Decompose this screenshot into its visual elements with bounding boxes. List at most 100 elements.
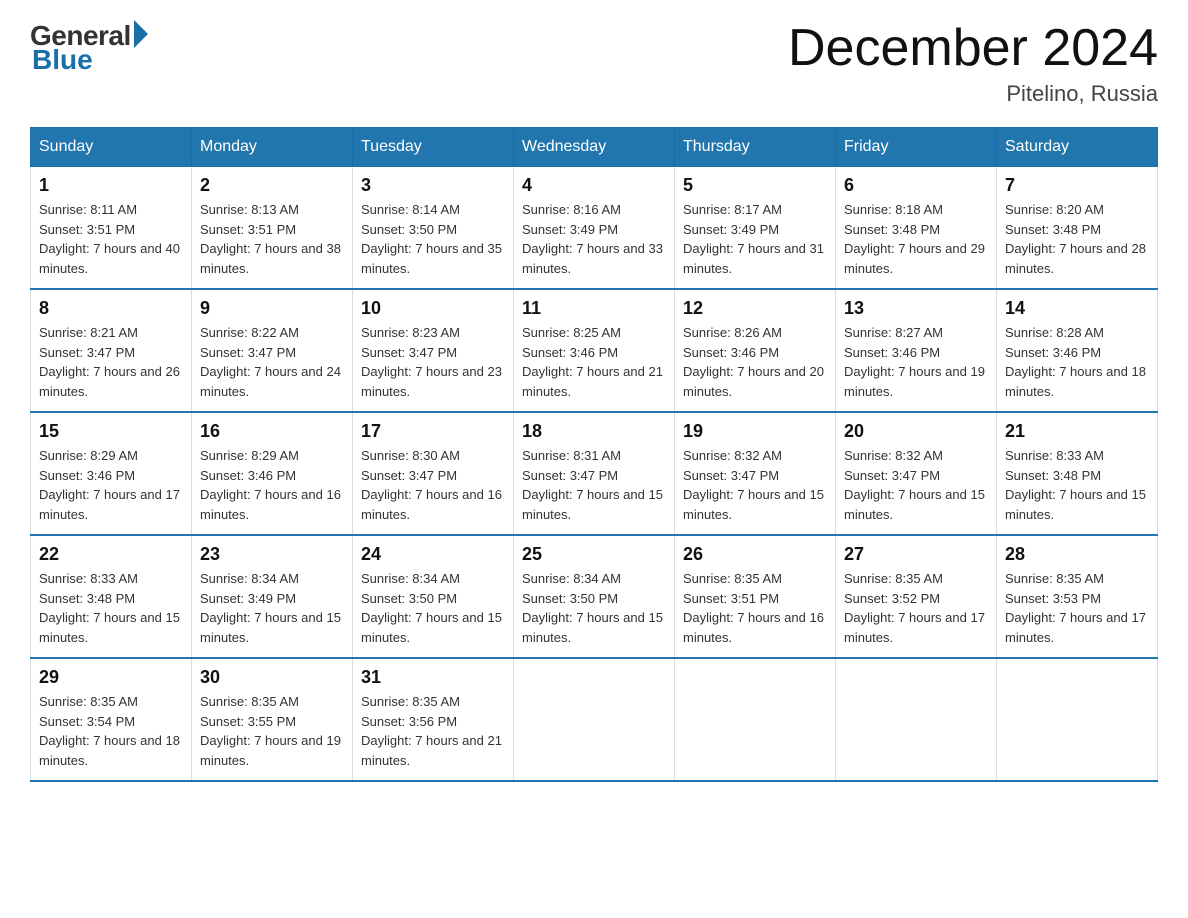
- day-number: 9: [200, 298, 344, 319]
- sunrise-label: Sunrise: 8:28 AM: [1005, 325, 1104, 340]
- sunrise-label: Sunrise: 8:29 AM: [39, 448, 138, 463]
- daylight-label: Daylight: 7 hours and 15 minutes.: [522, 487, 663, 522]
- calendar-cell: 7 Sunrise: 8:20 AM Sunset: 3:48 PM Dayli…: [997, 167, 1158, 290]
- sunrise-label: Sunrise: 8:34 AM: [200, 571, 299, 586]
- sunset-label: Sunset: 3:50 PM: [361, 222, 457, 237]
- day-number: 28: [1005, 544, 1149, 565]
- calendar-cell: 31 Sunrise: 8:35 AM Sunset: 3:56 PM Dayl…: [353, 658, 514, 781]
- day-number: 7: [1005, 175, 1149, 196]
- day-number: 5: [683, 175, 827, 196]
- day-info: Sunrise: 8:28 AM Sunset: 3:46 PM Dayligh…: [1005, 323, 1149, 401]
- calendar-week-4: 22 Sunrise: 8:33 AM Sunset: 3:48 PM Dayl…: [31, 535, 1158, 658]
- daylight-label: Daylight: 7 hours and 15 minutes.: [39, 610, 180, 645]
- month-title: December 2024: [788, 20, 1158, 77]
- calendar-cell: 8 Sunrise: 8:21 AM Sunset: 3:47 PM Dayli…: [31, 289, 192, 412]
- location: Pitelino, Russia: [788, 81, 1158, 107]
- day-info: Sunrise: 8:30 AM Sunset: 3:47 PM Dayligh…: [361, 446, 505, 524]
- day-info: Sunrise: 8:35 AM Sunset: 3:51 PM Dayligh…: [683, 569, 827, 647]
- sunrise-label: Sunrise: 8:18 AM: [844, 202, 943, 217]
- day-number: 3: [361, 175, 505, 196]
- day-info: Sunrise: 8:29 AM Sunset: 3:46 PM Dayligh…: [200, 446, 344, 524]
- sunrise-label: Sunrise: 8:35 AM: [200, 694, 299, 709]
- day-number: 12: [683, 298, 827, 319]
- calendar-cell: 3 Sunrise: 8:14 AM Sunset: 3:50 PM Dayli…: [353, 167, 514, 290]
- daylight-label: Daylight: 7 hours and 17 minutes.: [1005, 610, 1146, 645]
- day-info: Sunrise: 8:29 AM Sunset: 3:46 PM Dayligh…: [39, 446, 183, 524]
- sunrise-label: Sunrise: 8:35 AM: [1005, 571, 1104, 586]
- daylight-label: Daylight: 7 hours and 21 minutes.: [361, 733, 502, 768]
- daylight-label: Daylight: 7 hours and 17 minutes.: [844, 610, 985, 645]
- day-number: 30: [200, 667, 344, 688]
- day-number: 13: [844, 298, 988, 319]
- sunset-label: Sunset: 3:47 PM: [361, 468, 457, 483]
- day-info: Sunrise: 8:26 AM Sunset: 3:46 PM Dayligh…: [683, 323, 827, 401]
- day-number: 29: [39, 667, 183, 688]
- daylight-label: Daylight: 7 hours and 16 minutes.: [361, 487, 502, 522]
- sunset-label: Sunset: 3:48 PM: [1005, 468, 1101, 483]
- sunrise-label: Sunrise: 8:35 AM: [844, 571, 943, 586]
- sunrise-label: Sunrise: 8:29 AM: [200, 448, 299, 463]
- calendar-cell: [997, 658, 1158, 781]
- daylight-label: Daylight: 7 hours and 40 minutes.: [39, 241, 180, 276]
- daylight-label: Daylight: 7 hours and 35 minutes.: [361, 241, 502, 276]
- sunrise-label: Sunrise: 8:16 AM: [522, 202, 621, 217]
- calendar-cell: 20 Sunrise: 8:32 AM Sunset: 3:47 PM Dayl…: [836, 412, 997, 535]
- sunset-label: Sunset: 3:49 PM: [683, 222, 779, 237]
- calendar-cell: 30 Sunrise: 8:35 AM Sunset: 3:55 PM Dayl…: [192, 658, 353, 781]
- calendar-cell: [514, 658, 675, 781]
- day-number: 17: [361, 421, 505, 442]
- day-info: Sunrise: 8:33 AM Sunset: 3:48 PM Dayligh…: [39, 569, 183, 647]
- weekday-header-monday: Monday: [192, 128, 353, 167]
- day-info: Sunrise: 8:11 AM Sunset: 3:51 PM Dayligh…: [39, 200, 183, 278]
- day-number: 2: [200, 175, 344, 196]
- day-info: Sunrise: 8:32 AM Sunset: 3:47 PM Dayligh…: [683, 446, 827, 524]
- day-number: 1: [39, 175, 183, 196]
- day-info: Sunrise: 8:13 AM Sunset: 3:51 PM Dayligh…: [200, 200, 344, 278]
- sunrise-label: Sunrise: 8:17 AM: [683, 202, 782, 217]
- calendar-cell: 23 Sunrise: 8:34 AM Sunset: 3:49 PM Dayl…: [192, 535, 353, 658]
- day-number: 26: [683, 544, 827, 565]
- sunrise-label: Sunrise: 8:34 AM: [522, 571, 621, 586]
- day-info: Sunrise: 8:25 AM Sunset: 3:46 PM Dayligh…: [522, 323, 666, 401]
- sunset-label: Sunset: 3:55 PM: [200, 714, 296, 729]
- sunrise-label: Sunrise: 8:32 AM: [683, 448, 782, 463]
- daylight-label: Daylight: 7 hours and 20 minutes.: [683, 364, 824, 399]
- calendar-cell: 2 Sunrise: 8:13 AM Sunset: 3:51 PM Dayli…: [192, 167, 353, 290]
- sunrise-label: Sunrise: 8:21 AM: [39, 325, 138, 340]
- day-info: Sunrise: 8:21 AM Sunset: 3:47 PM Dayligh…: [39, 323, 183, 401]
- sunrise-label: Sunrise: 8:11 AM: [39, 202, 137, 217]
- sunset-label: Sunset: 3:51 PM: [683, 591, 779, 606]
- daylight-label: Daylight: 7 hours and 16 minutes.: [683, 610, 824, 645]
- calendar-cell: 19 Sunrise: 8:32 AM Sunset: 3:47 PM Dayl…: [675, 412, 836, 535]
- calendar-cell: 15 Sunrise: 8:29 AM Sunset: 3:46 PM Dayl…: [31, 412, 192, 535]
- day-number: 31: [361, 667, 505, 688]
- day-number: 20: [844, 421, 988, 442]
- weekday-header-row: SundayMondayTuesdayWednesdayThursdayFrid…: [31, 128, 1158, 167]
- day-number: 21: [1005, 421, 1149, 442]
- day-number: 14: [1005, 298, 1149, 319]
- sunset-label: Sunset: 3:47 PM: [200, 345, 296, 360]
- sunset-label: Sunset: 3:46 PM: [844, 345, 940, 360]
- day-info: Sunrise: 8:35 AM Sunset: 3:53 PM Dayligh…: [1005, 569, 1149, 647]
- calendar-cell: 28 Sunrise: 8:35 AM Sunset: 3:53 PM Dayl…: [997, 535, 1158, 658]
- calendar-cell: 18 Sunrise: 8:31 AM Sunset: 3:47 PM Dayl…: [514, 412, 675, 535]
- calendar-cell: 12 Sunrise: 8:26 AM Sunset: 3:46 PM Dayl…: [675, 289, 836, 412]
- calendar-cell: 25 Sunrise: 8:34 AM Sunset: 3:50 PM Dayl…: [514, 535, 675, 658]
- calendar-cell: 21 Sunrise: 8:33 AM Sunset: 3:48 PM Dayl…: [997, 412, 1158, 535]
- day-info: Sunrise: 8:18 AM Sunset: 3:48 PM Dayligh…: [844, 200, 988, 278]
- day-number: 27: [844, 544, 988, 565]
- logo: General Blue: [30, 20, 148, 76]
- day-number: 10: [361, 298, 505, 319]
- weekday-header-saturday: Saturday: [997, 128, 1158, 167]
- day-number: 11: [522, 298, 666, 319]
- sunrise-label: Sunrise: 8:33 AM: [1005, 448, 1104, 463]
- daylight-label: Daylight: 7 hours and 19 minutes.: [200, 733, 341, 768]
- sunrise-label: Sunrise: 8:30 AM: [361, 448, 460, 463]
- calendar-cell: 24 Sunrise: 8:34 AM Sunset: 3:50 PM Dayl…: [353, 535, 514, 658]
- sunrise-label: Sunrise: 8:27 AM: [844, 325, 943, 340]
- sunrise-label: Sunrise: 8:32 AM: [844, 448, 943, 463]
- sunset-label: Sunset: 3:47 PM: [683, 468, 779, 483]
- sunset-label: Sunset: 3:51 PM: [200, 222, 296, 237]
- daylight-label: Daylight: 7 hours and 15 minutes.: [522, 610, 663, 645]
- daylight-label: Daylight: 7 hours and 21 minutes.: [522, 364, 663, 399]
